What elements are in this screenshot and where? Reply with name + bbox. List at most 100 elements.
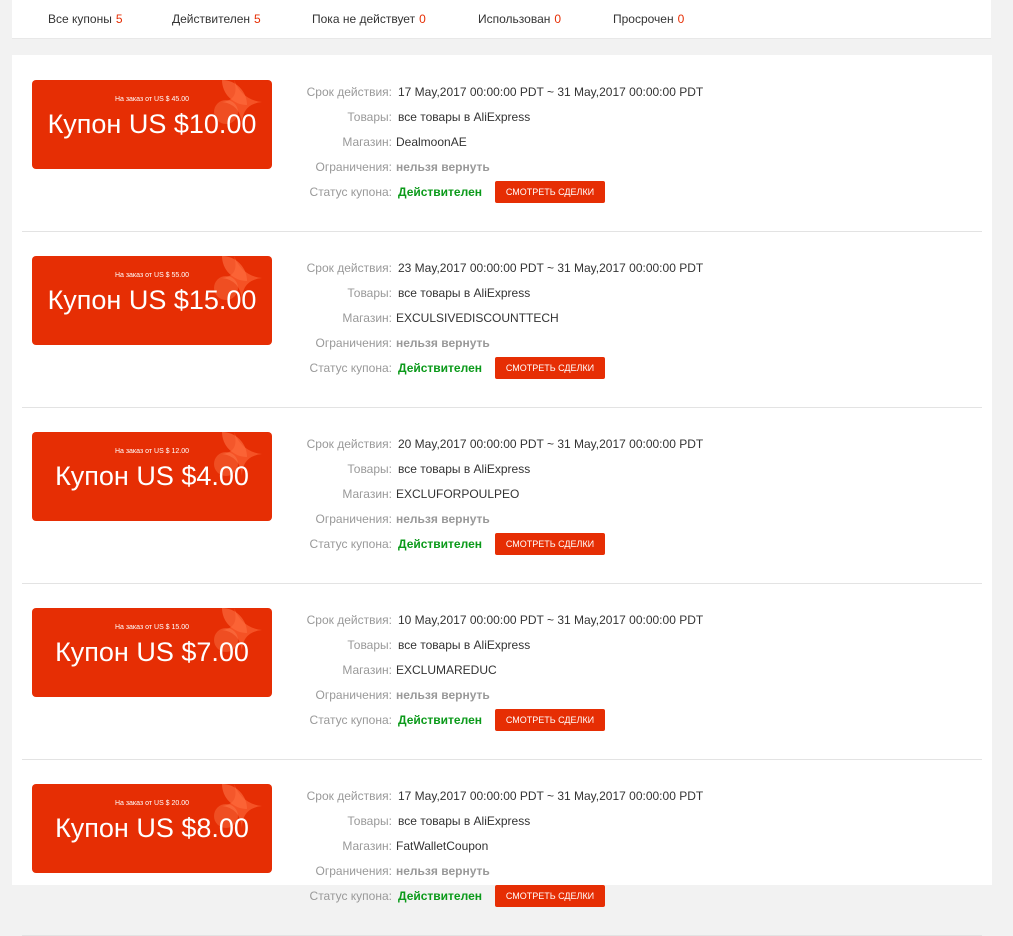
store-label: Магазин: xyxy=(342,839,392,853)
restrictions-label: Ограничения: xyxy=(315,160,392,174)
tab-count: 0 xyxy=(677,12,685,26)
tab-not-yet-active[interactable]: Пока не действует 0 xyxy=(312,12,426,26)
view-deals-button[interactable]: Смотреть сделки xyxy=(495,533,605,555)
tab-label: Использован xyxy=(478,12,551,26)
status-label: Статус купона: xyxy=(309,713,392,727)
status-label: Статус купона: xyxy=(309,361,392,375)
scrollbar[interactable] xyxy=(1007,0,1013,879)
status-value: Действителен xyxy=(398,713,482,727)
status-value: Действителен xyxy=(398,889,482,903)
store-value: EXCLUMAREDUC xyxy=(396,663,497,677)
status-label: Статус купона: xyxy=(309,185,392,199)
status-value: Действителен xyxy=(398,537,482,551)
goods-value: все товары в AliExpress xyxy=(398,462,531,476)
goods-value: все товары в AliExpress xyxy=(398,814,531,828)
goods-label: Товары: xyxy=(347,110,392,124)
validity-label: Срок действия: xyxy=(306,261,392,275)
status-field: Статус купона: Действителен Смотреть сделк… xyxy=(22,709,982,731)
coupon-list: На заказ от US $ 45.00 Купон US $10.00 Сро… xyxy=(12,55,992,936)
view-deals-button[interactable]: Смотреть сделки xyxy=(495,709,605,731)
tab-count: 5 xyxy=(115,12,123,26)
tab-valid[interactable]: Действителен 5 xyxy=(172,12,261,26)
restrictions-value: нельзя вернуть xyxy=(396,512,490,526)
restrictions-label: Ограничения: xyxy=(315,336,392,350)
store-field: Магазин: DealmoonAE xyxy=(22,133,982,151)
goods-field: Товары: все товары в AliExpress xyxy=(22,460,982,478)
validity-field: Срок действия: 10 May,2017 00:00:00 PDT ~… xyxy=(22,611,982,629)
status-field: Статус купона: Действителен Смотреть сделк… xyxy=(22,885,982,907)
goods-value: все товары в AliExpress xyxy=(398,110,531,124)
store-field: Магазин: EXCLUFORPOULPEO xyxy=(22,485,982,503)
validity-value: 20 May,2017 00:00:00 PDT ~ 31 May,2017 0… xyxy=(398,437,704,451)
tab-expired[interactable]: Просрочен 0 xyxy=(613,12,684,26)
goods-field: Товары: все товары в AliExpress xyxy=(22,636,982,654)
restrictions-field: Ограничения: нельзя вернуть xyxy=(22,510,982,528)
validity-label: Срок действия: xyxy=(306,613,392,627)
goods-label: Товары: xyxy=(347,814,392,828)
goods-field: Товары: все товары в AliExpress xyxy=(22,108,982,126)
validity-label: Срок действия: xyxy=(306,789,392,803)
coupon-row: На заказ от US $ 15.00 Купон US $7.00 Срок… xyxy=(22,583,982,760)
store-label: Магазин: xyxy=(342,135,392,149)
restrictions-label: Ограничения: xyxy=(315,688,392,702)
coupon-row: На заказ от US $ 20.00 Купон US $8.00 Срок… xyxy=(22,759,982,936)
validity-value: 17 May,2017 00:00:00 PDT ~ 31 May,2017 0… xyxy=(398,789,704,803)
coupon-filter-tabs: Все купоны 5 Действителен 5 Пока не действ… xyxy=(12,0,991,39)
restrictions-field: Ограничения: нельзя вернуть xyxy=(22,862,982,880)
validity-value: 17 May,2017 00:00:00 PDT ~ 31 May,2017 0… xyxy=(398,85,704,99)
coupon-row: На заказ от US $ 55.00 Купон US $15.00 Сро… xyxy=(22,231,982,408)
status-field: Статус купона: Действителен Смотреть сделк… xyxy=(22,533,982,555)
goods-label: Товары: xyxy=(347,286,392,300)
tab-used[interactable]: Использован 0 xyxy=(478,12,561,26)
status-value: Действителен xyxy=(398,185,482,199)
restrictions-field: Ограничения: нельзя вернуть xyxy=(22,158,982,176)
tab-count: 0 xyxy=(554,12,562,26)
tab-all-coupons[interactable]: Все купоны 5 xyxy=(48,12,123,26)
goods-field: Товары: все товары в AliExpress xyxy=(22,812,982,830)
restrictions-field: Ограничения: нельзя вернуть xyxy=(22,334,982,352)
validity-value: 10 May,2017 00:00:00 PDT ~ 31 May,2017 0… xyxy=(398,613,704,627)
view-deals-button[interactable]: Смотреть сделки xyxy=(495,181,605,203)
coupon-row: На заказ от US $ 12.00 Купон US $4.00 Срок… xyxy=(22,407,982,584)
goods-field: Товары: все товары в AliExpress xyxy=(22,284,982,302)
tab-label: Просрочен xyxy=(613,12,674,26)
validity-label: Срок действия: xyxy=(306,85,392,99)
restrictions-value: нельзя вернуть xyxy=(396,160,490,174)
goods-value: все товары в AliExpress xyxy=(398,286,531,300)
store-label: Магазин: xyxy=(342,311,392,325)
validity-field: Срок действия: 20 May,2017 00:00:00 PDT ~… xyxy=(22,435,982,453)
restrictions-value: нельзя вернуть xyxy=(396,336,490,350)
status-field: Статус купона: Действителен Смотреть сделк… xyxy=(22,181,982,203)
status-field: Статус купона: Действителен Смотреть сделк… xyxy=(22,357,982,379)
store-value: FatWalletCoupon xyxy=(396,839,489,853)
tab-label: Действителен xyxy=(172,12,251,26)
restrictions-label: Ограничения: xyxy=(315,864,392,878)
tab-count: 5 xyxy=(254,12,261,26)
store-value: EXCLUFORPOULPEO xyxy=(396,487,520,501)
goods-label: Товары: xyxy=(347,638,392,652)
restrictions-field: Ограничения: нельзя вернуть xyxy=(22,686,982,704)
tab-label: Все купоны xyxy=(48,12,112,26)
store-label: Магазин: xyxy=(342,663,392,677)
restrictions-label: Ограничения: xyxy=(315,512,392,526)
store-value: EXCULSIVEDISCOUNTTECH xyxy=(396,311,559,325)
goods-label: Товары: xyxy=(347,462,392,476)
status-value: Действителен xyxy=(398,361,482,375)
store-field: Магазин: FatWalletCoupon xyxy=(22,837,982,855)
view-deals-button[interactable]: Смотреть сделки xyxy=(495,885,605,907)
validity-label: Срок действия: xyxy=(306,437,392,451)
store-field: Магазин: EXCLUMAREDUC xyxy=(22,661,982,679)
tab-label: Пока не действует xyxy=(312,12,416,26)
view-deals-button[interactable]: Смотреть сделки xyxy=(495,357,605,379)
status-label: Статус купона: xyxy=(309,537,392,551)
store-label: Магазин: xyxy=(342,487,392,501)
validity-value: 23 May,2017 00:00:00 PDT ~ 31 May,2017 0… xyxy=(398,261,704,275)
restrictions-value: нельзя вернуть xyxy=(396,864,490,878)
goods-value: все товары в AliExpress xyxy=(398,638,531,652)
validity-field: Срок действия: 23 May,2017 00:00:00 PDT ~… xyxy=(22,259,982,277)
coupon-row: На заказ от US $ 45.00 Купон US $10.00 Сро… xyxy=(22,55,982,232)
restrictions-value: нельзя вернуть xyxy=(396,688,490,702)
tab-count: 0 xyxy=(419,12,426,26)
store-field: Магазин: EXCULSIVEDISCOUNTTECH xyxy=(22,309,982,327)
store-value: DealmoonAE xyxy=(396,135,467,149)
